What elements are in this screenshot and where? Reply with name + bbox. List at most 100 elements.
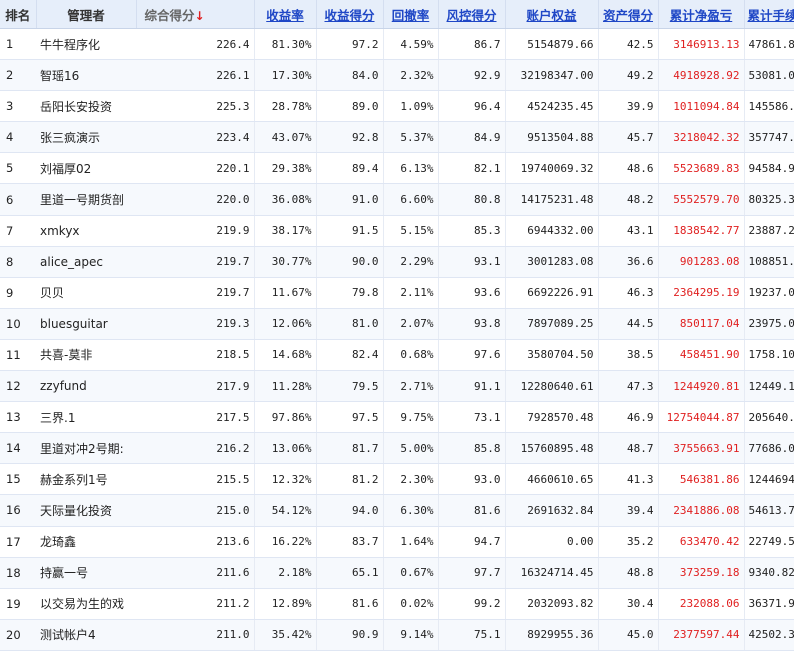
equity-cell: 3001283.08 [505, 246, 599, 278]
table-row: 18 持赢一号 211.6 2.18% 65.1 0.67% 97.7 16324714.45… [0, 557, 794, 589]
header-return-rate-link[interactable]: 收益率 [254, 0, 317, 29]
score-cell: 211.2 [136, 588, 255, 620]
asset-score-cell: 47.3 [598, 370, 659, 403]
rank-cell: 9 [0, 277, 36, 309]
header-return-score-link[interactable]: 收益得分 [316, 0, 384, 29]
asset-score-cell: 48.6 [598, 152, 659, 185]
return-score-cell: 81.6 [316, 588, 384, 620]
header-asset-score-link[interactable]: 资产得分 [598, 0, 659, 29]
risk-score-cell: 86.7 [438, 28, 506, 61]
table-body: 1 牛牛程序化 226.4 81.30% 97.2 4.59% 86.7 5154879.66… [0, 28, 794, 651]
header-score-label: 综合得分 [144, 7, 195, 23]
asset-score-cell: 39.9 [598, 90, 659, 123]
header-risk-score-link[interactable]: 风控得分 [438, 0, 506, 29]
rank-cell: 20 [0, 619, 36, 651]
ranking-table: 排名 管理者 综合得分↓ 收益率 收益得分 回撤率 风控得分 账户权益 资产得分… [0, 0, 794, 651]
equity-cell: 6944332.00 [505, 215, 599, 247]
return-rate-cell: 97.86% [254, 401, 317, 434]
cum-fee-cell: 108851.92 [744, 246, 794, 278]
cum-pl-cell: 5523689.83 [658, 152, 745, 185]
cum-fee-cell: 145586.41 [744, 90, 794, 123]
rank-cell: 7 [0, 215, 36, 247]
manager-name-cell: 测试帐户4 [36, 619, 136, 651]
table-row: 15 赫金系列1号 215.5 12.32% 81.2 2.30% 93.0 4660610.… [0, 463, 794, 496]
cum-fee-cell: 205640.13 [744, 401, 794, 434]
header-equity-link[interactable]: 账户权益 [505, 0, 599, 29]
score-cell: 219.7 [136, 277, 255, 309]
risk-score-cell: 75.1 [438, 619, 506, 651]
manager-name-cell: 以交易为生的戏 [36, 588, 136, 620]
cum-fee-cell: 36371.94 [744, 588, 794, 620]
cum-pl-cell: 2364295.19 [658, 277, 745, 309]
return-score-cell: 92.8 [316, 121, 384, 154]
manager-name-cell: 里道一号期货剖 [36, 183, 136, 216]
risk-score-cell: 97.7 [438, 557, 506, 589]
risk-score-cell: 94.7 [438, 526, 506, 558]
return-score-cell: 89.4 [316, 152, 384, 185]
cum-pl-cell: 458451.90 [658, 339, 745, 372]
table-row: 5 刘福厚02 220.1 29.38% 89.4 6.13% 82.1 19740069.3… [0, 152, 794, 185]
return-rate-cell: 81.30% [254, 28, 317, 61]
return-rate-cell: 11.28% [254, 370, 317, 403]
header-cum-fee-link[interactable]: 累计手续费 [744, 0, 794, 29]
equity-cell: 4660610.65 [505, 463, 599, 496]
return-rate-cell: 28.78% [254, 90, 317, 123]
score-cell: 225.3 [136, 90, 255, 123]
header-drawdown-link[interactable]: 回撤率 [383, 0, 439, 29]
risk-score-cell: 85.8 [438, 432, 506, 465]
asset-score-cell: 35.2 [598, 526, 659, 558]
cum-pl-cell: 901283.08 [658, 246, 745, 278]
header-cum-pl-link[interactable]: 累计净盈亏 [658, 0, 745, 29]
return-rate-cell: 17.30% [254, 59, 317, 92]
table-row: 8 alice_apec 219.7 30.77% 90.0 2.29% 93.1 30012… [0, 246, 794, 278]
manager-name-cell: 张三疯演示 [36, 121, 136, 154]
drawdown-cell: 0.68% [383, 339, 439, 372]
drawdown-cell: 5.15% [383, 215, 439, 247]
cum-pl-cell: 1838542.77 [658, 215, 745, 247]
equity-cell: 0.00 [505, 526, 599, 558]
cum-fee-cell: 80325.30 [744, 183, 794, 216]
manager-name-cell: 岳阳长安投资 [36, 90, 136, 123]
cum-pl-cell: 3146913.13 [658, 28, 745, 61]
drawdown-cell: 5.00% [383, 432, 439, 465]
rank-cell: 4 [0, 121, 36, 154]
rank-cell: 11 [0, 339, 36, 372]
asset-score-cell: 48.2 [598, 183, 659, 216]
score-cell: 226.1 [136, 59, 255, 92]
equity-cell: 15760895.48 [505, 432, 599, 465]
cum-pl-cell: 1011094.84 [658, 90, 745, 123]
cum-fee-cell: 22749.58 [744, 526, 794, 558]
return-score-cell: 91.5 [316, 215, 384, 247]
table-row: 6 里道一号期货剖 220.0 36.08% 91.0 6.60% 80.8 14175231… [0, 183, 794, 216]
return-rate-cell: 12.32% [254, 463, 317, 496]
asset-score-cell: 41.3 [598, 463, 659, 496]
equity-cell: 7897089.25 [505, 308, 599, 340]
asset-score-cell: 44.5 [598, 308, 659, 340]
rank-cell: 18 [0, 557, 36, 589]
equity-cell: 32198347.00 [505, 59, 599, 92]
table-row: 9 贝贝 219.7 11.67% 79.8 2.11% 93.6 6692226.91 46.… [0, 277, 794, 309]
score-cell: 223.4 [136, 121, 255, 154]
return-score-cell: 81.0 [316, 308, 384, 340]
drawdown-cell: 1.64% [383, 526, 439, 558]
drawdown-cell: 1.09% [383, 90, 439, 123]
table-row: 16 天际量化投资 215.0 54.12% 94.0 6.30% 81.6 2691632.… [0, 494, 794, 527]
rank-cell: 5 [0, 152, 36, 185]
return-score-cell: 65.1 [316, 557, 384, 589]
risk-score-cell: 91.1 [438, 370, 506, 403]
equity-cell: 8929955.36 [505, 619, 599, 651]
drawdown-cell: 6.30% [383, 494, 439, 527]
table-row: 11 共喜-莫非 218.5 14.68% 82.4 0.68% 97.6 3580704.5… [0, 339, 794, 372]
asset-score-cell: 45.0 [598, 619, 659, 651]
drawdown-cell: 6.13% [383, 152, 439, 185]
header-score-sort[interactable]: 综合得分↓ [136, 0, 255, 29]
risk-score-cell: 81.6 [438, 494, 506, 527]
drawdown-cell: 2.29% [383, 246, 439, 278]
return-score-cell: 91.0 [316, 183, 384, 216]
asset-score-cell: 43.1 [598, 215, 659, 247]
score-cell: 216.2 [136, 432, 255, 465]
manager-name-cell: 智瑶16 [36, 59, 136, 92]
equity-cell: 7928570.48 [505, 401, 599, 434]
manager-name-cell: bluesguitar [36, 308, 136, 340]
manager-name-cell: 共喜-莫非 [36, 339, 136, 372]
